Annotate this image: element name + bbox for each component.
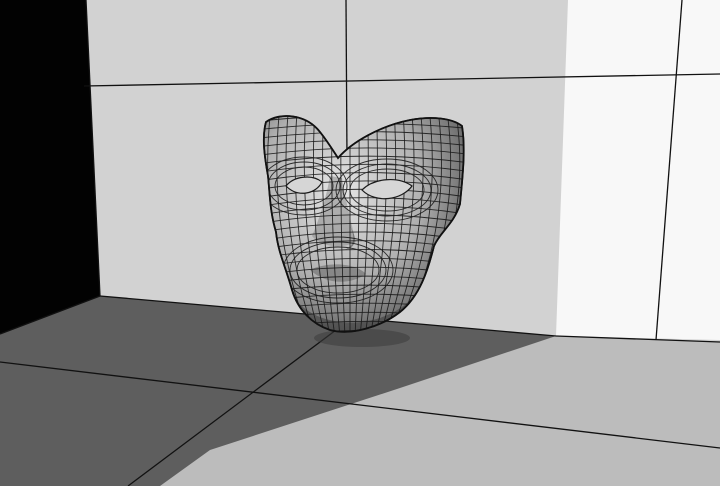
3d-viewport[interactable] [0,0,720,486]
back-wall-lit-panel [556,0,720,340]
left-wall [0,0,100,334]
scene-render [0,0,720,486]
mask-cast-shadow [314,329,410,347]
